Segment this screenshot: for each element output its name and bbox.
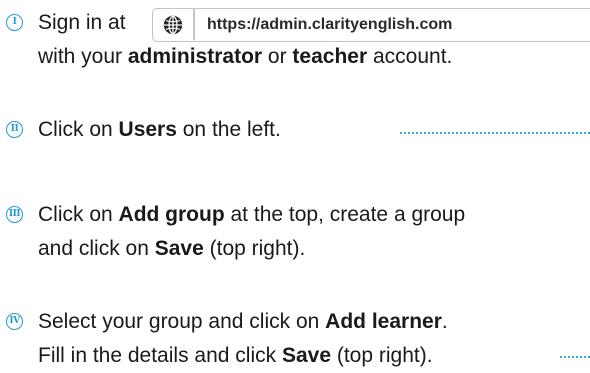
url-bar-divider [193, 9, 195, 40]
text-segment: Fill in the details and click [38, 344, 282, 367]
step-1-sign-in-text: Sign in at [38, 11, 126, 34]
step-2-line-1: II Click on Users on the left. [0, 113, 590, 147]
step-2-line-1-text: Click on Users on the left. [38, 113, 281, 147]
step-3: III Click on Add group at the top, creat… [0, 198, 590, 266]
add-group-keyword: Add group [118, 203, 225, 226]
step-4-line-2: Fill in the details and click Save (top … [0, 339, 590, 373]
step-1-numeral-badge: I [6, 14, 23, 31]
text-segment: or [262, 45, 293, 68]
text-segment: . [441, 310, 448, 333]
step-1-line-1-text: Sign in at [38, 6, 126, 40]
step-4-line-1: IV Select your group and click on Add le… [0, 305, 590, 339]
step-3-line-2: and click on Save (top right). [0, 232, 590, 266]
save-keyword: Save [154, 237, 204, 260]
step-2-numeral-badge: II [6, 121, 23, 138]
step-4-line-1-text: Select your group and click on Add learn… [38, 305, 448, 339]
users-keyword: Users [118, 118, 177, 141]
text-segment: (top right). [203, 237, 306, 260]
step-1-line-2: with your administrator or teacher accou… [0, 40, 590, 74]
step-4-line-2-text: Fill in the details and click Save (top … [38, 339, 433, 373]
add-learner-keyword: Add learner [325, 310, 442, 333]
url-text[interactable]: https://admin.clarityenglish.com [207, 9, 452, 40]
text-segment: (top right). [331, 344, 433, 367]
text-segment: on the left. [176, 118, 281, 141]
text-segment: Click on [38, 203, 119, 226]
text-segment: Click on [38, 118, 119, 141]
globe-icon [163, 15, 183, 35]
step-4-numeral-badge: IV [6, 313, 23, 330]
url-bar[interactable]: https://admin.clarityenglish.com [152, 8, 590, 42]
step-3-numeral-badge: III [6, 206, 23, 223]
step-1-line-1: I Sign in at https://admin.clarityenglis… [0, 6, 590, 42]
text-segment: and click on [38, 237, 155, 260]
text-segment: with your [38, 45, 128, 68]
text-segment: at the top, create a group [224, 203, 466, 226]
step-1: I Sign in at https://admin.clarityenglis… [0, 6, 590, 74]
text-segment: Select your group and click on [38, 310, 326, 333]
step-3-line-1: III Click on Add group at the top, creat… [0, 198, 590, 232]
step-2-dotted-leader [400, 132, 590, 134]
save-keyword: Save [281, 344, 331, 367]
text-segment: account. [367, 45, 453, 68]
step-3-line-2-text: and click on Save (top right). [38, 232, 305, 266]
step-3-line-1-text: Click on Add group at the top, create a … [38, 198, 465, 232]
step-4: IV Select your group and click on Add le… [0, 305, 590, 373]
step-4-dotted-leader [560, 356, 590, 358]
administrator-keyword: administrator [127, 45, 263, 68]
teacher-keyword: teacher [292, 45, 368, 68]
step-1-line-2-text: with your administrator or teacher accou… [38, 40, 452, 74]
step-2: II Click on Users on the left. [0, 113, 590, 147]
